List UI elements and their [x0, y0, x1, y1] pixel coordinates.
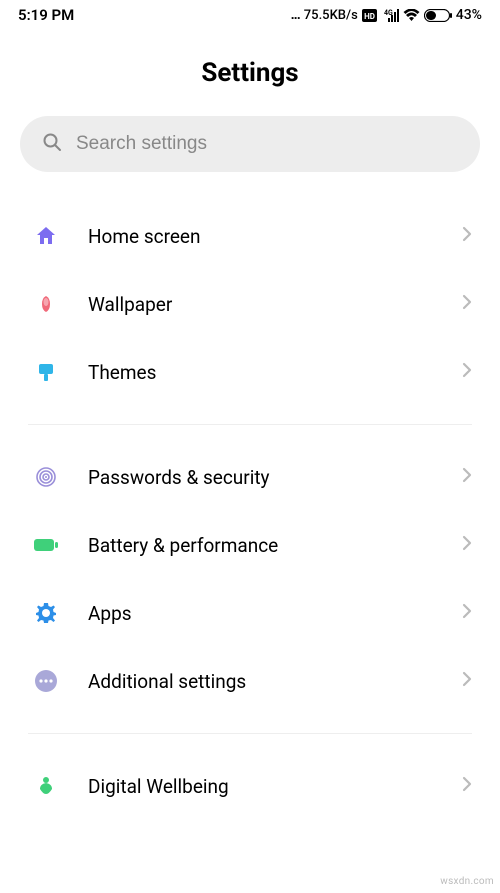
chevron-right-icon: [462, 467, 472, 487]
fingerprint-icon: [32, 463, 60, 491]
chevron-right-icon: [462, 294, 472, 314]
row-wallpaper[interactable]: Wallpaper: [0, 270, 500, 338]
search-input[interactable]: [76, 133, 458, 155]
row-label: Themes: [88, 361, 434, 384]
chevron-right-icon: [462, 362, 472, 382]
status-dots: ...: [291, 7, 300, 23]
row-label: Digital Wellbeing: [88, 775, 434, 798]
wifi-icon: [403, 9, 420, 22]
home-icon: [32, 222, 60, 250]
row-battery-performance[interactable]: Battery & performance: [0, 511, 500, 579]
row-themes[interactable]: Themes: [0, 338, 500, 406]
search-bar[interactable]: [20, 116, 480, 172]
settings-group-3: Digital Wellbeing: [0, 752, 500, 820]
status-time: 5:19 PM: [18, 6, 74, 24]
row-passwords-security[interactable]: Passwords & security: [0, 443, 500, 511]
search-icon: [42, 132, 62, 156]
settings-group-1: Home screen Wallpaper Themes: [0, 202, 500, 406]
row-label: Passwords & security: [88, 466, 434, 489]
battery-status-icon: [424, 9, 452, 22]
row-digital-wellbeing[interactable]: Digital Wellbeing: [0, 752, 500, 820]
page-title: Settings: [0, 58, 500, 88]
row-label: Wallpaper: [88, 293, 434, 316]
watermark: wsxdn.com: [440, 876, 494, 887]
brush-icon: [32, 358, 60, 386]
gear-icon: [32, 599, 60, 627]
signal-4g-icon: 4G: [381, 9, 399, 22]
divider: [28, 733, 472, 734]
row-label: Additional settings: [88, 670, 434, 693]
battery-percent: 43%: [456, 7, 482, 23]
status-right: ... 75.5KB/s HD 4G 43%: [291, 7, 482, 23]
flower-icon: [32, 290, 60, 318]
row-label: Home screen: [88, 225, 434, 248]
row-additional-settings[interactable]: Additional settings: [0, 647, 500, 715]
status-speed: 75.5KB/s: [304, 8, 358, 23]
chevron-right-icon: [462, 535, 472, 555]
status-bar: 5:19 PM ... 75.5KB/s HD 4G 43%: [0, 0, 500, 28]
dots-icon: [32, 667, 60, 695]
volte-icon: HD: [362, 9, 377, 22]
row-label: Battery & performance: [88, 534, 434, 557]
svg-text:HD: HD: [364, 12, 375, 21]
battery-icon: [32, 531, 60, 559]
wellbeing-icon: [32, 772, 60, 800]
chevron-right-icon: [462, 776, 472, 796]
row-home-screen[interactable]: Home screen: [0, 202, 500, 270]
settings-group-2: Passwords & security Battery & performan…: [0, 443, 500, 715]
divider: [28, 424, 472, 425]
row-apps[interactable]: Apps: [0, 579, 500, 647]
chevron-right-icon: [462, 226, 472, 246]
row-label: Apps: [88, 602, 434, 625]
chevron-right-icon: [462, 671, 472, 691]
chevron-right-icon: [462, 603, 472, 623]
